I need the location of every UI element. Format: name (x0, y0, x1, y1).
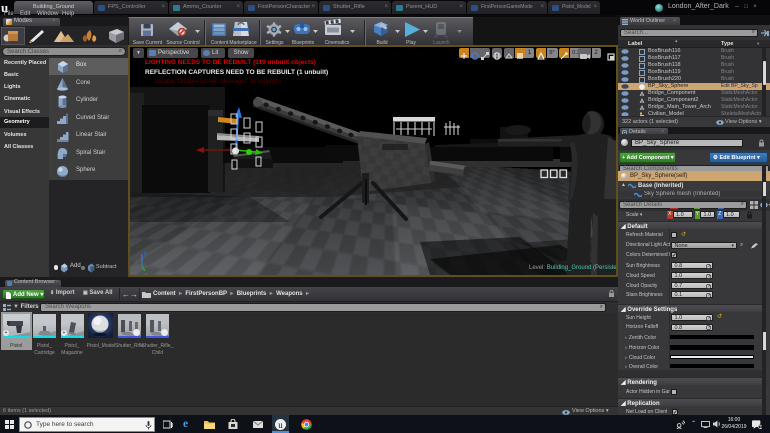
svg-text:z: z (144, 251, 147, 257)
svg-text:1: 1 (759, 425, 761, 428)
svg-text:y: y (145, 272, 148, 275)
